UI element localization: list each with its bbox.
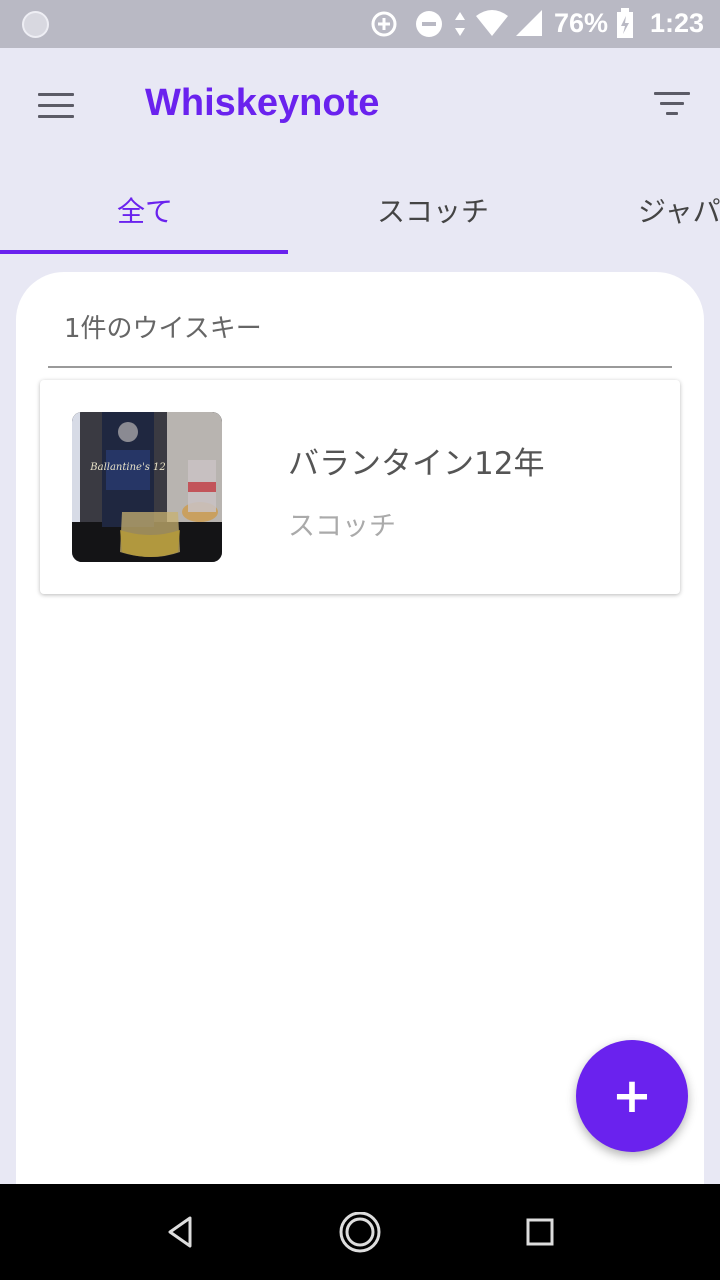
whiskey-count: 1件のウイスキー xyxy=(64,314,262,344)
add-whiskey-button[interactable]: + xyxy=(576,1040,688,1152)
filter-icon[interactable] xyxy=(654,92,690,120)
photo-label: Ballantine's 12 xyxy=(89,462,165,473)
wifi-icon xyxy=(476,10,508,36)
tab-all[interactable]: 全て xyxy=(117,190,173,230)
recents-icon[interactable] xyxy=(524,1212,556,1252)
clock: 1:23 xyxy=(650,8,705,38)
divider xyxy=(48,366,672,368)
whiskey-list-item[interactable]: Ballantine's 12 バランタイン12年 スコッチ xyxy=(40,380,680,594)
signal-icon xyxy=(516,10,542,36)
do-not-disturb-icon xyxy=(416,11,442,37)
notification-dot-icon xyxy=(22,11,49,38)
data-arrows-icon xyxy=(455,12,465,36)
data-saver-icon xyxy=(371,11,397,37)
app-title: Whiskeynote xyxy=(145,82,380,124)
menu-icon[interactable] xyxy=(38,93,74,119)
battery-charging-icon xyxy=(617,8,633,38)
tab-japanese[interactable]: ジャパ xyxy=(638,190,720,230)
tab-scotch[interactable]: スコッチ xyxy=(377,190,489,230)
home-icon[interactable] xyxy=(337,1212,383,1258)
status-bar: 76% 1:23 xyxy=(0,0,720,48)
category-tabs: 全て スコッチ ジャパ xyxy=(0,160,720,256)
whiskey-category: スコッチ xyxy=(288,511,396,542)
whiskey-photo: Ballantine's 12 xyxy=(72,412,222,562)
tab-indicator xyxy=(0,250,288,254)
back-icon[interactable] xyxy=(164,1212,196,1252)
whiskey-photo-image: Ballantine's 12 xyxy=(72,412,222,562)
plus-icon: + xyxy=(611,1068,653,1124)
whiskey-name: バランタイン12年 xyxy=(288,446,545,482)
navigation-bar xyxy=(0,1184,720,1280)
battery-percentage: 76% xyxy=(554,8,609,38)
